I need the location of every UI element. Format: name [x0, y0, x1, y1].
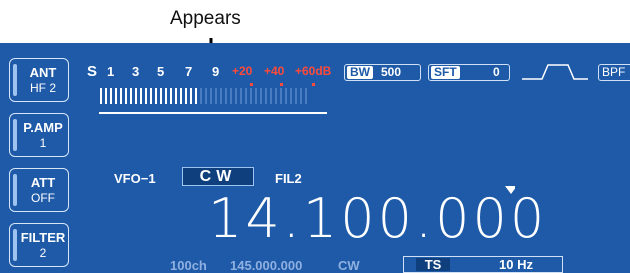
ant-button-value: HF 2 [29, 81, 56, 95]
s-meter-scale-5: 5 [157, 64, 165, 79]
ts-value: 10 Hz [499, 257, 533, 272]
s-meter-red-tick [312, 83, 315, 86]
preamp-button-label: P.AMP [23, 120, 63, 135]
filter-button-value: 2 [39, 246, 47, 260]
s-meter-segment [240, 88, 242, 104]
preamp-button[interactable]: P.AMP 1 [9, 113, 69, 157]
bw-label: BW [347, 66, 373, 79]
radio-display: ANT HF 2 P.AMP 1 ATT OFF FILTER 2 S 1 3 … [0, 43, 630, 273]
s-meter-segment [205, 88, 207, 104]
s-meter-baseline [99, 112, 327, 114]
filter-button[interactable]: FILTER 2 [9, 223, 69, 267]
mode-indicator: CW [182, 167, 254, 186]
att-button-label: ATT [30, 175, 56, 190]
s-meter-segment [230, 88, 232, 104]
s-meter-segment [135, 88, 137, 104]
tuning-step-indicator[interactable]: TS 10 Hz [403, 256, 563, 273]
memory-channel: 100ch [170, 258, 207, 273]
s-meter-segment [225, 88, 227, 104]
s-meter-segment [180, 88, 182, 104]
s-meter-segment [290, 88, 292, 104]
bw-value: 500 [381, 65, 402, 79]
s-meter-segment [260, 88, 262, 104]
s-meter-segment [280, 88, 282, 104]
s-meter-segment [120, 88, 122, 104]
att-led-icon [13, 174, 17, 206]
s-meter-segment [190, 88, 192, 104]
att-button-value: OFF [31, 191, 55, 205]
s-meter-segment [105, 88, 107, 104]
s-meter-red-tick [280, 83, 283, 86]
s-meter-scale-9: 9 [212, 64, 220, 79]
vfo-label: VFO−1 [114, 171, 156, 186]
s-meter-scale-1: 1 [107, 64, 115, 79]
preamp-button-value: 1 [39, 136, 47, 150]
s-meter-scale-plus40: +40 [264, 64, 285, 78]
s-meter-segment [160, 88, 162, 104]
s-meter-segment [165, 88, 167, 104]
s-meter-label: S [87, 63, 98, 80]
s-meter-segment [295, 88, 297, 104]
s-meter-segment [270, 88, 272, 104]
s-meter-segment [210, 88, 212, 104]
sft-indicator[interactable]: SFT 0 [428, 64, 510, 81]
sft-label: SFT [431, 66, 460, 79]
ant-button-label: ANT [29, 65, 57, 80]
s-meter-segment [255, 88, 257, 104]
s-meter-segment [300, 88, 302, 104]
s-meter-scale-plus20: +20 [232, 64, 253, 78]
filter-led-icon [13, 229, 17, 261]
s-meter-scale-plus60: +60dB [295, 64, 332, 78]
s-meter-segment [170, 88, 172, 104]
s-meter-red-tick [250, 83, 253, 86]
sft-value: 0 [493, 65, 500, 79]
s-meter-segment [110, 88, 112, 104]
memory-mode: CW [338, 258, 360, 273]
s-meter-segment [125, 88, 127, 104]
filter-button-label: FILTER [20, 230, 66, 245]
bpf-indicator: BPF [598, 64, 630, 81]
preamp-led-icon [13, 119, 17, 151]
s-meter-segment [200, 88, 202, 104]
frequency-readout: 14.100.000 [208, 187, 548, 250]
s-meter-segment [215, 88, 217, 104]
bw-indicator[interactable]: BW 500 [344, 64, 421, 81]
s-meter-scale-7: 7 [185, 64, 193, 79]
memory-frequency: 145.000.000 [230, 258, 303, 273]
s-meter-segment [285, 88, 287, 104]
s-meter-segment [175, 88, 177, 104]
passband-icon [522, 64, 588, 80]
s-meter-segment [220, 88, 222, 104]
s-meter-segment [185, 88, 187, 104]
filter-label: FIL2 [275, 171, 302, 186]
s-meter-segment [140, 88, 142, 104]
s-meter-scale-3: 3 [132, 64, 140, 79]
s-meter-segment [305, 88, 307, 104]
s-meter-segment [100, 88, 102, 104]
ts-label: TS [416, 258, 450, 271]
s-meter-segment [250, 88, 252, 104]
s-meter-segment [155, 88, 157, 104]
att-button[interactable]: ATT OFF [9, 168, 69, 212]
s-meter-segment [245, 88, 247, 104]
ant-led-icon [13, 64, 17, 96]
tuning-step-marker-icon [505, 186, 515, 194]
s-meter-segment [115, 88, 117, 104]
s-meter-segment [235, 88, 237, 104]
s-meter-segment [265, 88, 267, 104]
s-meter-segment [150, 88, 152, 104]
s-meter-segment [145, 88, 147, 104]
s-meter-segment [195, 88, 197, 104]
ant-button[interactable]: ANT HF 2 [9, 58, 69, 102]
s-meter-segment [275, 88, 277, 104]
s-meter-segment [130, 88, 132, 104]
